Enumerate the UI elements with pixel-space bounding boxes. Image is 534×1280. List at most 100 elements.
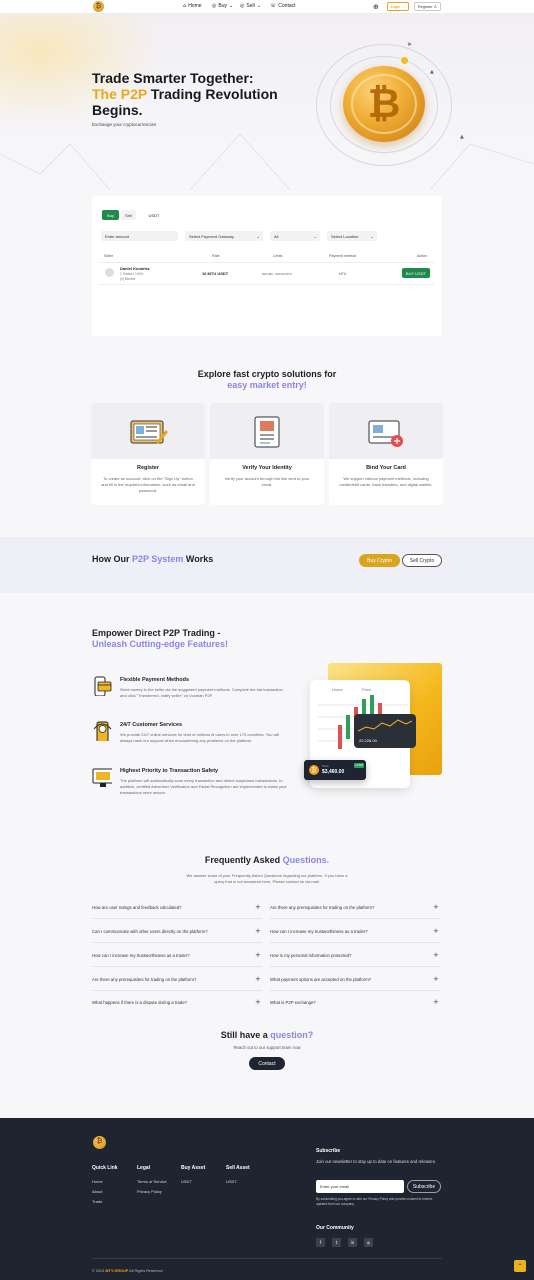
chevron-down-icon: ⌄: [256, 233, 260, 239]
footer-link-terms[interactable]: Terms of Service: [137, 1179, 167, 1184]
brand-logo[interactable]: [93, 1, 104, 12]
payment-gateway-select[interactable]: Select Payment Gateway ⌄: [185, 231, 263, 241]
facebook-icon[interactable]: f: [316, 1238, 325, 1247]
column-header-action: Action: [417, 254, 427, 258]
seller-name[interactable]: Daniel Kominkz: [120, 266, 150, 271]
language-globe-icon[interactable]: ⊕: [373, 3, 379, 11]
nav-buy[interactable]: ◎ Buy ⌄: [212, 3, 233, 9]
faq-question[interactable]: How can I increase my trustworthiness as…: [270, 929, 368, 934]
footer-link-about[interactable]: About: [92, 1189, 102, 1194]
footer-link-trade[interactable]: Trade: [92, 1199, 102, 1204]
subscribe-button[interactable]: Subscribe: [407, 1180, 441, 1193]
home-icon: ⌂: [183, 3, 187, 9]
faq-title: Frequently Asked Questions.: [204, 855, 330, 865]
footer-link-buy-usdt[interactable]: USDT: [181, 1179, 192, 1184]
login-button[interactable]: Login →: [387, 2, 409, 11]
register-id-card-icon: [130, 420, 169, 444]
empower-title: Empower Direct P2P Trading - Unleash Cut…: [92, 628, 229, 649]
faq-question[interactable]: Are there any prerequisites for trading …: [92, 977, 196, 982]
nav-home[interactable]: ⌂ Home: [183, 3, 202, 9]
plus-icon[interactable]: +: [433, 927, 439, 935]
footer-heading-buy-asset: Buy Asset: [181, 1165, 206, 1171]
mock-menu-label: Price: [362, 687, 372, 692]
transaction-safety-icon: [92, 768, 112, 787]
chevron-down-icon: ⌄: [370, 233, 374, 239]
contact-icon: ☏: [270, 3, 277, 9]
feature-title: Register: [136, 465, 159, 471]
footer-heading-sell-asset: Sell Asset: [226, 1165, 250, 1171]
contact-button[interactable]: Contact: [249, 1057, 285, 1070]
faq-question[interactable]: Are there any prerequisites for trading …: [270, 905, 374, 910]
buy-crypto-button[interactable]: Buy Crypto: [359, 554, 400, 567]
arrow-up-icon: ▲: [460, 134, 464, 140]
nav-sell[interactable]: ◎ Sell ⌄: [240, 3, 261, 9]
explore-title: Explore fast crypto solutions for easy m…: [197, 369, 337, 390]
user-icon: ♙: [433, 4, 438, 9]
faq-question[interactable]: What payment options are accepted on the…: [270, 977, 371, 982]
footer: [0, 1118, 534, 1280]
feature-card-verify: Verify Your Identity Verify your account…: [210, 403, 324, 505]
top-navbar: ⌂Home ◎Buy⌄ ◎Sell⌄ ☏Contact ⊕ Login→ Reg…: [0, 0, 534, 14]
feature-description: Verify your account through the link sen…: [224, 476, 310, 487]
faq-question[interactable]: What happens if there is a dispute durin…: [92, 1000, 187, 1005]
feature-description: We provide 24/7 online services for tens…: [120, 732, 280, 743]
linkedin-icon[interactable]: in: [348, 1238, 357, 1247]
tab-buy[interactable]: Buy: [102, 210, 119, 220]
copyright-text: © 2024 MTY-GROUP All Rights Reserved: [92, 1269, 163, 1273]
footer-link-sell-usdt[interactable]: USDT: [226, 1179, 237, 1184]
buy-usdt-button[interactable]: BUY USDT: [402, 268, 430, 278]
chevron-up-icon: ⌃: [517, 1262, 523, 1270]
bitcoin-coin-illustration: ₿: [343, 66, 425, 142]
footer-brand-logo[interactable]: [93, 1136, 106, 1149]
faq-question[interactable]: How can I increase my trustworthiness as…: [92, 953, 190, 958]
feature-card-bind-card: Bind Your Card We support various paymen…: [329, 403, 443, 505]
plus-icon[interactable]: +: [255, 951, 261, 959]
footer-link-home[interactable]: Home: [92, 1179, 103, 1184]
register-button[interactable]: Register ♙: [414, 2, 441, 11]
footer-heading-quick-link: Quick Link: [92, 1165, 118, 1171]
price-card-mock: 22,226.00: [354, 714, 416, 748]
feature-title: Flexible Payment Methods: [120, 677, 190, 683]
sell-crypto-button[interactable]: Sell Crypto: [402, 554, 442, 567]
feature-description: To create an account, click on the "Sign…: [101, 476, 195, 493]
plus-icon[interactable]: +: [255, 927, 261, 935]
chevron-down-icon: ⌄: [256, 3, 261, 9]
plus-icon[interactable]: +: [433, 975, 439, 983]
column-header-payment-method: Payment method: [329, 254, 357, 258]
feature-description: We support various payment methods, incl…: [339, 476, 433, 487]
faq-question[interactable]: How is my personal information protected…: [270, 953, 351, 958]
table-divider: [100, 284, 434, 285]
faq-intro: We answer some of your Frequently Asked …: [186, 873, 348, 884]
hero-title: Trade Smarter Together: The P2P Trading …: [92, 70, 278, 118]
payment-method-value: MTU: [339, 272, 347, 276]
plus-icon[interactable]: +: [433, 903, 439, 911]
faq-question[interactable]: Can I communicate with other users direc…: [92, 929, 208, 934]
avatar: [105, 268, 114, 277]
tab-sell[interactable]: Sell: [121, 210, 136, 220]
footer-heading-community: Our Community: [316, 1225, 354, 1231]
plus-icon[interactable]: +: [255, 903, 261, 911]
scroll-to-top-button[interactable]: ⌃: [514, 1260, 526, 1272]
location-select[interactable]: Select Location ⌄: [327, 231, 377, 241]
plus-icon[interactable]: +: [255, 975, 261, 983]
feature-card-register: Register To create an account, click on …: [91, 403, 205, 505]
chevron-down-icon: ⌄: [313, 233, 317, 239]
plus-icon[interactable]: +: [433, 998, 439, 1006]
nav-contact[interactable]: ☏ Contact: [270, 3, 296, 9]
plus-icon[interactable]: +: [433, 951, 439, 959]
faq-question[interactable]: What is P2P exchange?: [270, 1000, 316, 1005]
asset-selector-usdt[interactable]: USDT: [144, 210, 164, 220]
filter-all-select[interactable]: All ⌄: [270, 231, 320, 241]
plus-icon[interactable]: +: [255, 998, 261, 1006]
twitter-icon[interactable]: t: [332, 1238, 341, 1247]
feature-title: 24/7 Customer Services: [120, 722, 183, 728]
subscribe-description: Join our newsletter to stay up to date o…: [316, 1159, 436, 1164]
wallet-value: $3,460.00: [322, 769, 345, 775]
amount-input[interactable]: Enter amount: [101, 231, 178, 241]
paper-plane-icon: ➤: [407, 41, 413, 48]
faq-question[interactable]: How are user ratings and feedback calcul…: [92, 905, 182, 910]
instagram-icon[interactable]: ◎: [364, 1238, 373, 1247]
newsletter-email-input[interactable]: Enter your email: [316, 1180, 404, 1193]
feature-description: The platform will automatically scan eve…: [120, 778, 287, 795]
footer-link-privacy[interactable]: Privacy Policy: [137, 1189, 162, 1194]
